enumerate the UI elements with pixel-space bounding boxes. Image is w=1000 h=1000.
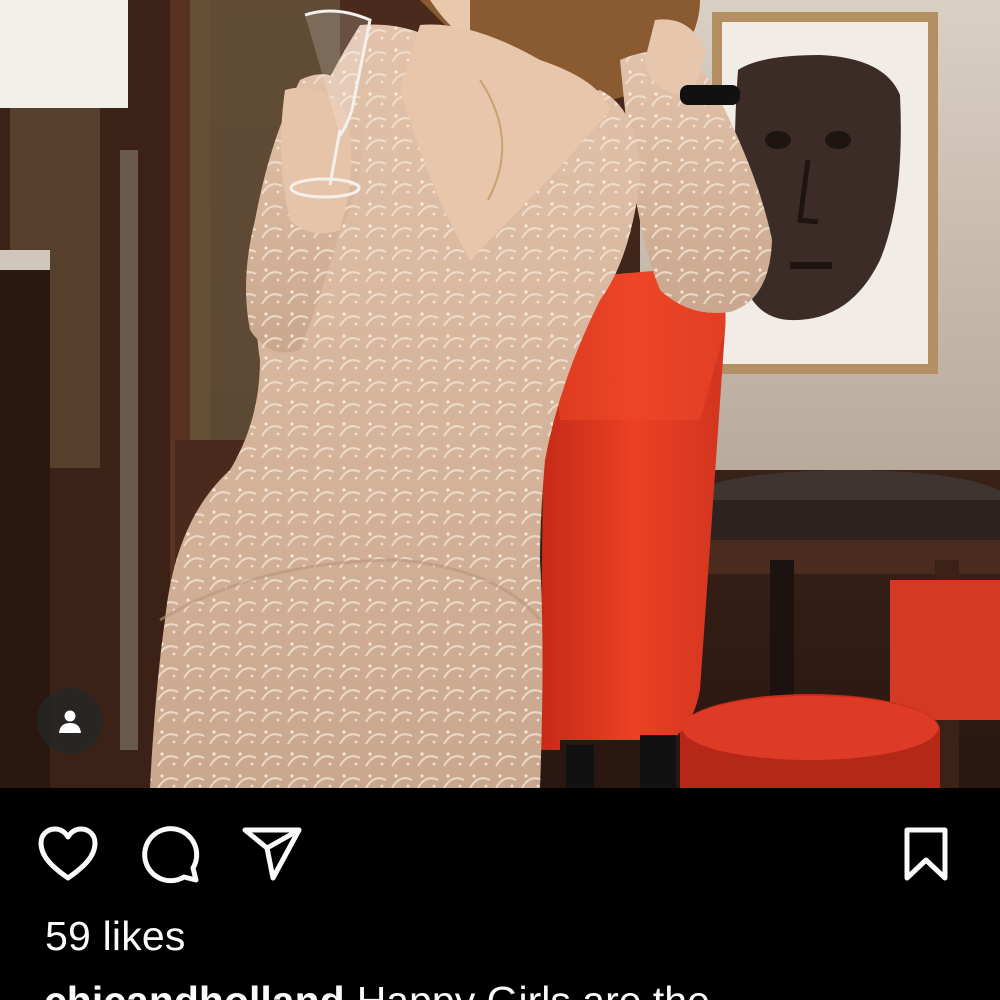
post-photo-illustration <box>0 0 1000 788</box>
post-action-bar <box>0 788 1000 908</box>
likes-count[interactable]: 59 likes <box>45 913 186 960</box>
post-caption: chicandholland Happy Girls are the <box>44 978 710 1000</box>
comment-button[interactable] <box>138 822 202 886</box>
share-button[interactable] <box>240 822 304 886</box>
heart-outline-icon <box>38 826 98 881</box>
person-icon <box>59 710 81 733</box>
post-photo[interactable] <box>0 0 1000 788</box>
paper-plane-icon <box>242 827 302 881</box>
bookmark-outline-icon <box>904 827 948 881</box>
caption-text: Happy Girls are the <box>357 978 710 1000</box>
like-button[interactable] <box>36 822 100 886</box>
save-button[interactable] <box>894 822 958 886</box>
speech-bubble-icon <box>142 826 200 884</box>
instagram-post: 59 likes chicandholland Happy Girls are t… <box>0 0 1000 1000</box>
tag-people-button[interactable] <box>37 688 103 754</box>
caption-username[interactable]: chicandholland <box>44 978 345 1000</box>
